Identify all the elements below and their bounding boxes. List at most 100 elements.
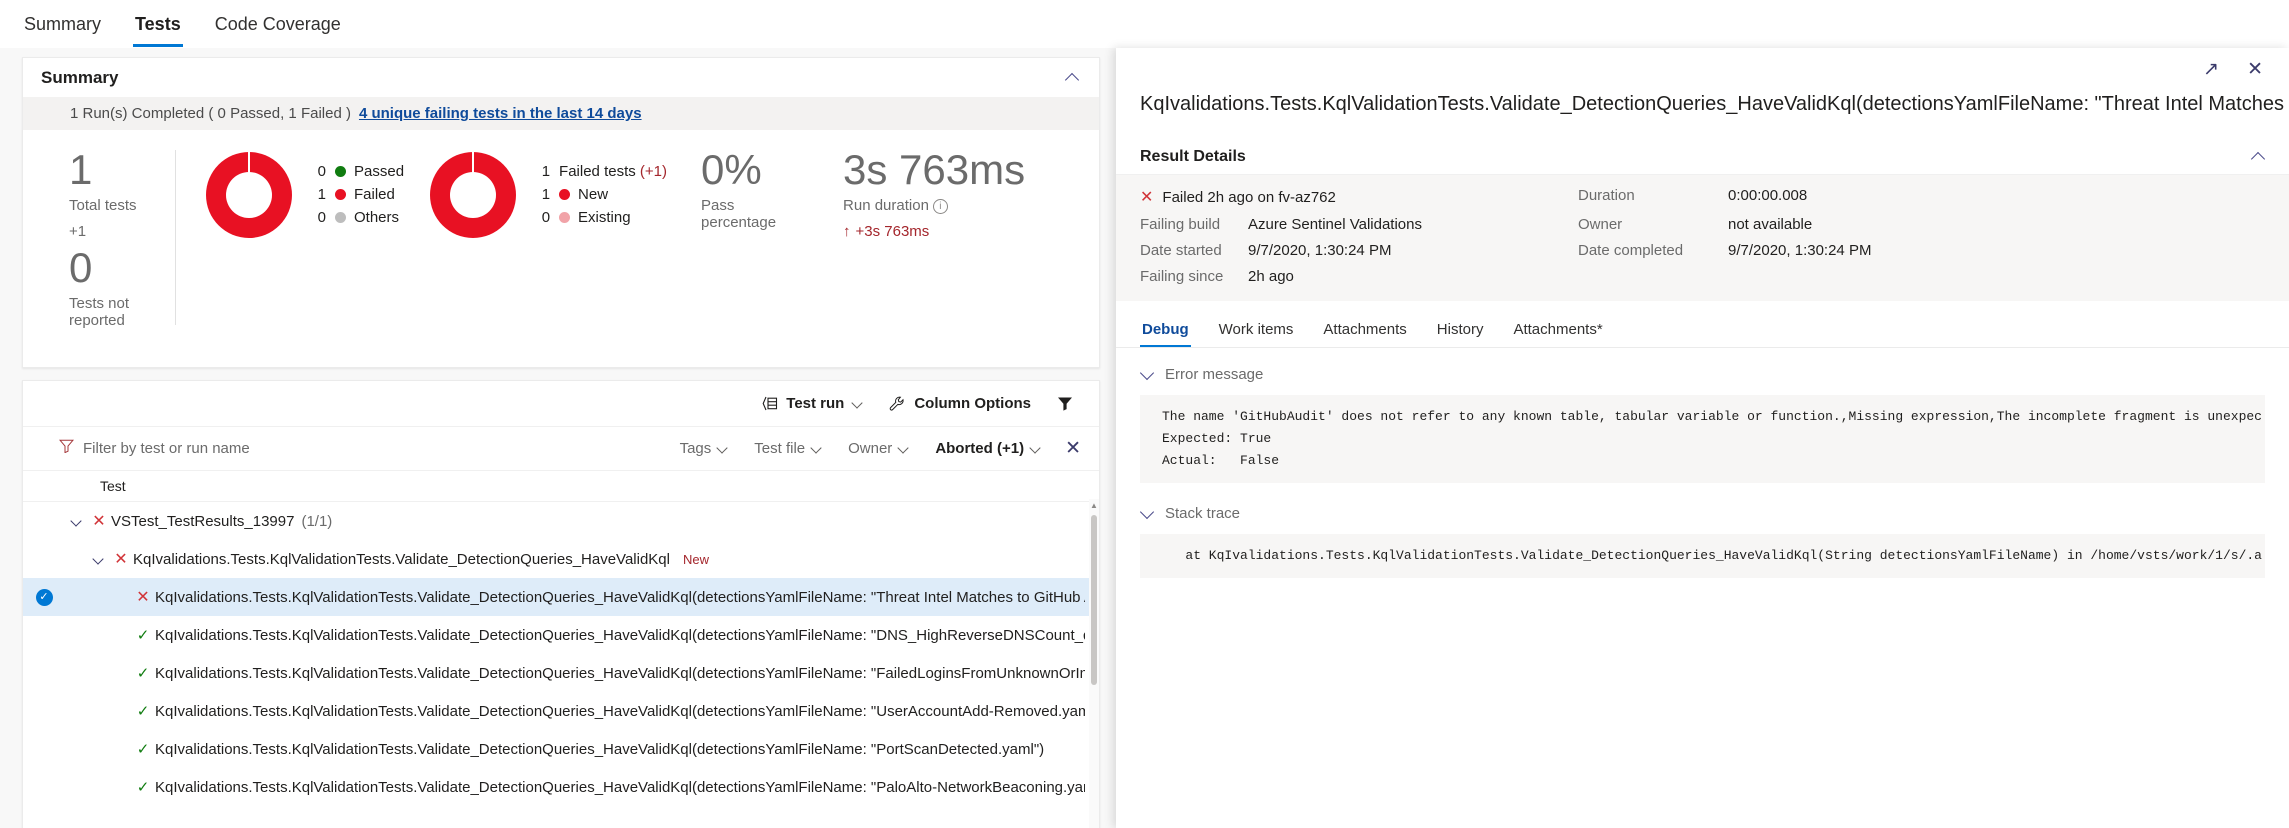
result-details-body: ✕ Failed 2h ago on fv-az762 Duration 0:0… (1116, 175, 2289, 301)
filter-row: Filter by test or run name Tags Test fil… (23, 427, 1099, 471)
details-tab-strip: Debug Work items Attachments History Att… (1116, 315, 2289, 348)
row-label: KqIvalidations.Tests.KqlValidationTests.… (155, 702, 1085, 720)
details-panel-toolbar: ↗ ✕ (1116, 48, 2289, 90)
new-badge: New (682, 551, 709, 567)
table-row[interactable]: ✓ KqIvalidations.Tests.KqlValidationTest… (23, 654, 1099, 692)
chevron-down-icon[interactable] (1030, 443, 1041, 454)
legend-count-new: 1 (541, 186, 551, 203)
tab-debug[interactable]: Debug (1140, 315, 1191, 347)
result-details-fields: ✕ Failed 2h ago on fv-az762 Duration 0:0… (1140, 187, 2265, 285)
group-by-icon (761, 396, 778, 411)
chevron-down-icon[interactable] (852, 398, 863, 409)
row-label: KqIvalidations.Tests.KqlValidationTests.… (155, 626, 1085, 644)
grid-vertical-scrollbar[interactable]: ▲ (1089, 499, 1099, 828)
filter-pill-outcome[interactable]: Aborted (+1) (935, 440, 1041, 457)
error-message-header[interactable]: Error message (1140, 366, 2265, 383)
chevron-down-icon[interactable] (717, 443, 728, 454)
row-select-cell[interactable]: ✓ (23, 588, 65, 606)
table-row[interactable]: ✓ KqIvalidations.Tests.KqlValidationTest… (23, 768, 1099, 806)
tab-attachments[interactable]: Attachments (1321, 315, 1408, 347)
error-message-section: Error message The name 'GitHubAudit' doe… (1116, 366, 2289, 483)
error-message-text: The name 'GitHubAudit' does not refer to… (1140, 395, 2265, 483)
duration-value: 0:00:00.008 (1728, 187, 1808, 204)
row-expander[interactable] (65, 516, 87, 527)
tab-summary[interactable]: Summary (22, 2, 103, 47)
row-expander[interactable] (87, 554, 109, 565)
chevron-down-icon[interactable] (71, 516, 82, 527)
failing-build-value: Azure Sentinel Validations (1248, 216, 1422, 233)
status-pass-icon: ✓ (136, 741, 150, 758)
duration-label: Duration (1578, 187, 1635, 204)
close-icon[interactable]: ✕ (2247, 60, 2263, 79)
column-options-label: Column Options (914, 395, 1031, 412)
error-message-label: Error message (1165, 366, 1264, 383)
table-row[interactable]: ✓ KqIvalidations.Tests.KqlValidationTest… (23, 730, 1099, 768)
scrollbar-thumb[interactable] (1091, 515, 1097, 685)
filter-toggle-button[interactable] (1057, 396, 1073, 411)
table-row[interactable]: ✕ VSTest_TestResults_13997 (1/1) (23, 502, 1099, 540)
checkmark-icon[interactable]: ✓ (35, 588, 53, 606)
filter-pill-owner-label: Owner (848, 440, 893, 457)
test-outcome-chart-group: 0 Passed 1 Failed 0 Others (176, 148, 404, 238)
legend-label-existing: Existing (578, 209, 631, 226)
scroll-up-arrow-icon[interactable]: ▲ (1089, 501, 1099, 510)
tab-attachments-alt[interactable]: Attachments* (1511, 315, 1604, 347)
unique-failing-tests-link[interactable]: 4 unique failing tests in the last 14 da… (359, 105, 642, 122)
chevron-up-icon[interactable] (2251, 149, 2267, 165)
chevron-up-icon[interactable] (1065, 70, 1081, 86)
run-duration-value: 3s 763ms (843, 146, 1026, 193)
filter-pill-owner[interactable]: Owner (848, 440, 909, 457)
legend-count-others: 0 (317, 209, 326, 226)
table-row[interactable]: ✕ KqIvalidations.Tests.KqlValidationTest… (23, 540, 1099, 578)
info-icon[interactable]: i (932, 199, 948, 214)
chevron-down-icon[interactable] (1140, 506, 1156, 522)
row-label: KqIvalidations.Tests.KqlValidationTests.… (155, 664, 1085, 682)
status-pass-icon: ✓ (136, 779, 150, 796)
table-row[interactable]: ✓ KqIvalidations.Tests.KqlValidationTest… (23, 692, 1099, 730)
legend-dot-failed (335, 189, 346, 200)
status-pass-icon: ✓ (136, 703, 150, 720)
filter-pill-tags[interactable]: Tags (680, 440, 729, 457)
failing-build-label: Failing build (1140, 216, 1221, 233)
test-run-grouping-button[interactable]: Test run (761, 395, 863, 412)
table-row[interactable]: ✓ ✕ KqIvalidations.Tests.KqlValidationTe… (23, 578, 1099, 616)
tab-tests[interactable]: Tests (133, 2, 183, 47)
date-started-value: 9/7/2020, 1:30:24 PM (1248, 242, 1392, 259)
column-options-button[interactable]: Column Options (889, 395, 1031, 412)
filter-icon (1057, 396, 1073, 411)
expand-icon[interactable]: ↗ (2203, 60, 2219, 79)
test-outcome-legend: 0 Passed 1 Failed 0 Others (308, 148, 404, 229)
status-fail-icon: ✕ (136, 589, 150, 606)
filter-input[interactable]: Filter by test or run name (83, 440, 250, 457)
tab-history[interactable]: History (1435, 315, 1486, 347)
tab-code-coverage[interactable]: Code Coverage (213, 2, 343, 47)
tab-work-items[interactable]: Work items (1217, 315, 1296, 347)
filter-pill-outcome-label: Aborted (+1) (935, 440, 1025, 457)
test-run-label: Test run (786, 395, 845, 412)
legend-item-failed: 1 Failed (308, 183, 404, 206)
filter-input-wrapper[interactable]: Filter by test or run name (58, 439, 654, 458)
test-result-details-panel: ↗ ✕ KqIvalidations.Tests.KqlValidationTe… (1116, 48, 2289, 828)
filter-pill-tags-label: Tags (679, 440, 712, 457)
failed-tests-count: 1 (541, 163, 551, 180)
clear-filters-button[interactable]: ✕ (1065, 439, 1081, 458)
row-label: KqIvalidations.Tests.KqlValidationTests.… (155, 740, 1045, 758)
legend-count-passed: 0 (317, 163, 326, 180)
stack-trace-header[interactable]: Stack trace (1140, 505, 2265, 522)
stack-trace-section: Stack trace at KqIvalidations.Tests.KqlV… (1116, 505, 2289, 578)
chevron-down-icon[interactable] (898, 443, 909, 454)
result-details-header[interactable]: Result Details (1116, 140, 2289, 175)
summary-card-header: Summary (23, 58, 1099, 97)
legend-count-existing: 0 (541, 209, 551, 226)
date-completed-label: Date completed (1578, 242, 1684, 259)
chevron-down-icon[interactable] (1140, 367, 1156, 383)
legend-label-others: Others (354, 209, 400, 226)
chevron-down-icon[interactable] (93, 554, 104, 565)
legend-dot-passed (335, 166, 346, 177)
table-row[interactable]: ✓ KqIvalidations.Tests.KqlValidationTest… (23, 616, 1099, 654)
filter-pill-test-file[interactable]: Test file (754, 440, 822, 457)
chevron-down-icon[interactable] (811, 443, 822, 454)
owner-value: not available (1728, 216, 1813, 233)
summary-run-status-bar: 1 Run(s) Completed ( 0 Passed, 1 Failed … (23, 97, 1099, 130)
